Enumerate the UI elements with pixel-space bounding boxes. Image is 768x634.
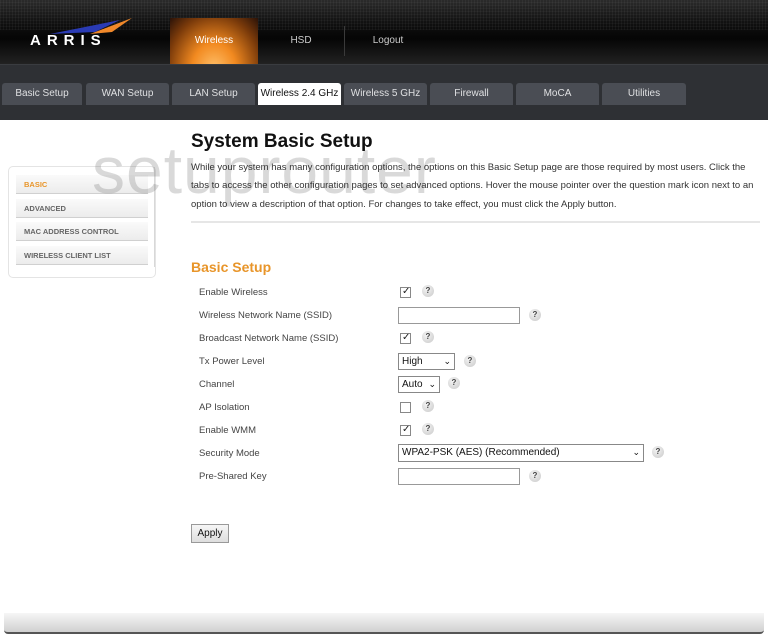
enable-wmm-label: Enable WMM [199, 425, 257, 436]
channel-label: Channel [199, 379, 235, 390]
chevron-down-icon: ⌄ [428, 379, 436, 389]
sidebar-item-wireless-client-list[interactable]: WIRELESS CLIENT LIST [16, 246, 148, 265]
tab-wan-setup[interactable]: WAN Setup [86, 83, 169, 105]
apply-button[interactable]: Apply [191, 524, 229, 543]
side-menu-rail [154, 167, 155, 267]
help-icon[interactable]: ? [529, 309, 541, 321]
help-icon[interactable]: ? [422, 423, 434, 435]
section-title: Basic Setup [191, 259, 272, 275]
help-icon[interactable]: ? [448, 377, 460, 389]
sidebar-item-mac-address-control[interactable]: MAC ADDRESS CONTROL [16, 222, 148, 241]
topnav-hsd[interactable]: HSD [258, 18, 344, 64]
tab-firewall[interactable]: Firewall [430, 83, 513, 105]
check-icon: ✓ [402, 286, 411, 297]
security-mode-select[interactable]: WPA2-PSK (AES) (Recommended) ⌄ [398, 444, 644, 462]
tab-wireless-5ghz[interactable]: Wireless 5 GHz [344, 83, 427, 105]
psk-input[interactable] [398, 468, 520, 485]
help-icon[interactable]: ? [529, 470, 541, 482]
help-icon[interactable]: ? [422, 400, 434, 412]
tx-power-value: High [402, 356, 423, 367]
help-icon[interactable]: ? [652, 446, 664, 458]
ap-isolation-label: AP Isolation [199, 402, 250, 413]
tab-bar: Basic Setup WAN Setup LAN Setup Wireless… [0, 64, 768, 120]
arris-logo: ARRIS [30, 18, 132, 52]
topnav-logout[interactable]: Logout [345, 18, 431, 64]
ap-isolation-checkbox[interactable] [400, 402, 411, 413]
help-icon[interactable]: ? [422, 331, 434, 343]
logo-text: ARRIS [30, 32, 107, 49]
channel-select[interactable]: Auto ⌄ [398, 376, 440, 393]
tab-lan-setup[interactable]: LAN Setup [172, 83, 255, 105]
intro-text: While your system has many configuration… [191, 162, 754, 210]
topnav-wireless[interactable]: Wireless [170, 18, 258, 64]
sidebar-item-advanced[interactable]: ADVANCED [16, 199, 148, 218]
tab-utilities[interactable]: Utilities [602, 83, 686, 105]
chevron-down-icon: ⌄ [632, 447, 640, 457]
channel-value: Auto [402, 379, 423, 390]
enable-wireless-label: Enable Wireless [199, 287, 268, 298]
enable-wireless-checkbox[interactable]: ✓ [400, 286, 411, 298]
security-mode-label: Security Mode [199, 448, 260, 459]
broadcast-ssid-label: Broadcast Network Name (SSID) [199, 333, 339, 344]
help-icon[interactable]: ? [422, 285, 434, 297]
ssid-label: Wireless Network Name (SSID) [199, 310, 333, 321]
side-menu: BASIC ADVANCED MAC ADDRESS CONTROL WIREL… [8, 166, 156, 278]
tx-power-select[interactable]: High ⌄ [398, 353, 455, 370]
header: ARRIS Wireless HSD Logout [0, 0, 768, 64]
broadcast-ssid-checkbox[interactable]: ✓ [400, 332, 411, 344]
help-icon[interactable]: ? [464, 355, 476, 367]
divider [191, 221, 760, 223]
page-title: System Basic Setup [191, 131, 373, 152]
footer-bar [4, 613, 764, 634]
psk-label: Pre-Shared Key [199, 471, 267, 482]
enable-wmm-checkbox[interactable]: ✓ [400, 424, 411, 436]
check-icon: ✓ [402, 332, 411, 343]
ssid-input[interactable] [398, 307, 520, 324]
tab-wireless-24ghz[interactable]: Wireless 2.4 GHz [258, 83, 341, 105]
sidebar-item-basic[interactable]: BASIC [16, 175, 148, 194]
top-nav: Wireless HSD Logout [170, 18, 431, 64]
tab-moca[interactable]: MoCA [516, 83, 599, 105]
tab-basic-setup[interactable]: Basic Setup [2, 83, 82, 105]
check-icon: ✓ [402, 424, 411, 435]
chevron-down-icon: ⌄ [443, 356, 451, 366]
security-mode-value: WPA2-PSK (AES) (Recommended) [402, 447, 560, 458]
tx-power-label: Tx Power Level [199, 356, 265, 367]
